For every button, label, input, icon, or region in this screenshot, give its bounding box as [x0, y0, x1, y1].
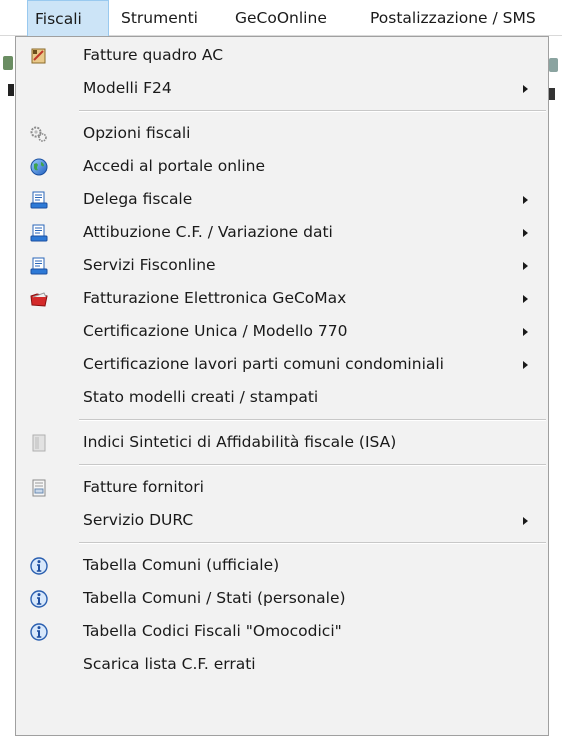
red-folder-icon: [29, 289, 49, 309]
gears-icon: [29, 124, 49, 144]
menu-gecoonline[interactable]: GeCoOnline: [235, 0, 327, 36]
menu-item-fatture-fornitori[interactable]: Fatture fornitori: [16, 471, 548, 504]
menu-item-tabella-codici-fiscali-omocodici[interactable]: Tabella Codici Fiscali "Omocodici": [16, 615, 548, 648]
menu-item-label: Fatture quadro AC: [83, 46, 224, 64]
globe-icon: [29, 157, 49, 177]
menu-item-label: Tabella Comuni / Stati (personale): [83, 589, 346, 607]
menu-item-label: Tabella Codici Fiscali "Omocodici": [83, 622, 342, 640]
menu-item-label: Certificazione Unica / Modello 770: [83, 322, 348, 340]
info-icon: [29, 589, 49, 609]
submenu-arrow-icon: [523, 328, 528, 336]
menu-postalizzazione-sms[interactable]: Postalizzazione / SMS: [370, 0, 536, 36]
menu-separator: [79, 110, 546, 112]
menu-item-label: Servizio DURC: [83, 511, 194, 529]
menu-item-certificazione-lavori-parti-comuni-condominiali[interactable]: Certificazione lavori parti comuni condo…: [16, 348, 548, 381]
menu-item-label: Tabella Comuni (ufficiale): [83, 556, 280, 574]
document-stack-icon: [29, 223, 49, 243]
menu-item-label: Servizi Fisconline: [83, 256, 216, 274]
menu-item-stato-modelli-creati-stampati[interactable]: Stato modelli creati / stampati: [16, 381, 548, 414]
submenu-arrow-icon: [523, 229, 528, 237]
menu-item-tabella-comuni-stati-personale[interactable]: Tabella Comuni / Stati (personale): [16, 582, 548, 615]
menu-item-certificazione-unica-modello-770[interactable]: Certificazione Unica / Modello 770: [16, 315, 548, 348]
document-stack-icon: [29, 190, 49, 210]
menu-item-fatturazione-elettronica-gecomax[interactable]: Fatturazione Elettronica GeCoMax: [16, 282, 548, 315]
menu-item-label: Accedi al portale online: [83, 157, 266, 175]
menu-item-label: Fatturazione Elettronica GeCoMax: [83, 289, 347, 307]
background-window-edge: [0, 36, 15, 738]
menu-item-label: Opzioni fiscali: [83, 124, 191, 142]
menu-item-label: Certificazione lavori parti comuni condo…: [83, 355, 444, 373]
menu-item-opzioni-fiscali[interactable]: Opzioni fiscali: [16, 117, 548, 150]
document-stack-icon: [29, 256, 49, 276]
menu-separator: [79, 419, 546, 421]
background-window-edge: [549, 36, 562, 738]
menu-separator: [79, 464, 546, 466]
menu-item-scarica-lista-c-f-errati[interactable]: Scarica lista C.F. errati: [16, 648, 548, 681]
menu-item-label: Indici Sintetici di Affidabilità fiscale…: [83, 433, 397, 451]
submenu-arrow-icon: [523, 262, 528, 270]
menu-strumenti[interactable]: Strumenti: [121, 0, 198, 36]
menu-bar: Fiscali Strumenti GeCoOnline Postalizzaz…: [0, 0, 562, 37]
menu-separator: [79, 542, 546, 544]
submenu-arrow-icon: [523, 85, 528, 93]
info-icon: [29, 622, 49, 642]
menu-item-accedi-al-portale-online[interactable]: Accedi al portale online: [16, 150, 548, 183]
menu-item-label: Stato modelli creati / stampati: [83, 388, 319, 406]
menu-item-attibuzione-c-f-variazione-dati[interactable]: Attibuzione C.F. / Variazione dati: [16, 216, 548, 249]
menu-item-label: Delega fiscale: [83, 190, 193, 208]
menu-item-label: Attibuzione C.F. / Variazione dati: [83, 223, 333, 241]
submenu-arrow-icon: [523, 361, 528, 369]
menu-fiscali[interactable]: Fiscali: [27, 0, 109, 37]
menu-item-label: Fatture fornitori: [83, 478, 204, 496]
menu-item-tabella-comuni-ufficiale[interactable]: Tabella Comuni (ufficiale): [16, 549, 548, 582]
menu-item-modelli-f24[interactable]: Modelli F24: [16, 72, 548, 105]
isa-document-icon: [29, 433, 49, 453]
fiscali-dropdown-menu: Fatture quadro AC Modelli F24 Opzioni fisc…: [15, 36, 549, 736]
menu-item-label: Scarica lista C.F. errati: [83, 655, 256, 673]
menu-item-label: Modelli F24: [83, 79, 172, 97]
submenu-arrow-icon: [523, 295, 528, 303]
submenu-arrow-icon: [523, 517, 528, 525]
invoice-ac-icon: [29, 46, 49, 66]
supplier-invoice-icon: [29, 478, 49, 498]
info-icon: [29, 556, 49, 576]
menu-item-servizi-fisconline[interactable]: Servizi Fisconline: [16, 249, 548, 282]
menu-item-servizio-durc[interactable]: Servizio DURC: [16, 504, 548, 537]
menu-item-delega-fiscale[interactable]: Delega fiscale: [16, 183, 548, 216]
submenu-arrow-icon: [523, 196, 528, 204]
menu-item-fatture-quadro-ac[interactable]: Fatture quadro AC: [16, 39, 548, 72]
menu-item-indici-sintetici-di-affidabilita-fiscale-isa[interactable]: Indici Sintetici di Affidabilità fiscale…: [16, 426, 548, 459]
